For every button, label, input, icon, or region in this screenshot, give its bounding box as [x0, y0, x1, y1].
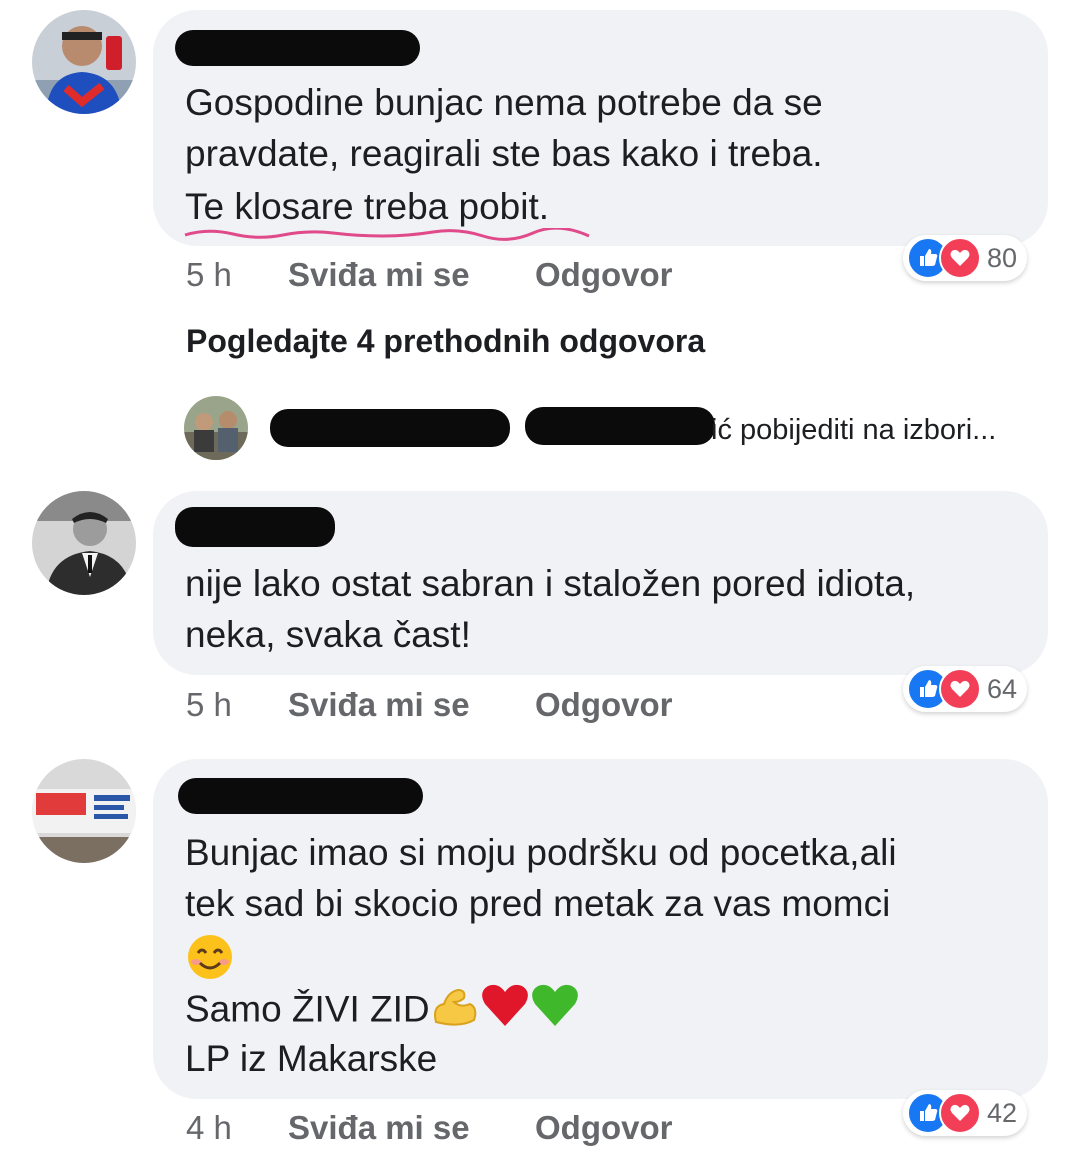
avatar[interactable]	[32, 759, 136, 863]
like-button[interactable]: Sviđa mi se	[288, 1109, 470, 1147]
spellcheck-underline	[184, 228, 590, 241]
comment-text-line: neka, svaka čast!	[185, 614, 471, 655]
red-heart-icon	[480, 982, 530, 1041]
reply-button[interactable]: Odgovor	[535, 1109, 673, 1147]
love-icon	[939, 237, 981, 279]
redacted-author-name	[175, 507, 335, 547]
reply-preview-text[interactable]: pobijediti na izbori...	[740, 414, 996, 447]
view-previous-replies-link[interactable]: Pogledajte 4 prethodnih odgovora	[186, 323, 705, 360]
reactions-summary[interactable]: 80	[903, 235, 1028, 281]
reactions-summary[interactable]: 42	[903, 1090, 1028, 1136]
redacted-author-name	[178, 778, 423, 814]
avatar[interactable]	[32, 491, 136, 595]
comment-time: 4 h	[186, 1109, 232, 1146]
comment-text-line: Te klosare treba pobit.	[185, 186, 550, 227]
green-heart-icon	[530, 982, 580, 1041]
comment-text-line: Bunjac imao si moju podršku od pocetka,a…	[185, 832, 897, 873]
like-button[interactable]: Sviđa mi se	[288, 256, 470, 294]
reactions-summary[interactable]: 64	[903, 666, 1028, 712]
comment-text-line: nije lako ostat sabran i staložen pored …	[185, 563, 916, 604]
avatar[interactable]	[32, 10, 136, 114]
redacted-author-name	[525, 407, 715, 445]
comment-text-line: tek sad bi skocio pred metak za vas momc…	[185, 883, 891, 924]
comment-text-segment: Samo ŽIVI ZID	[185, 988, 430, 1030]
comment-time: 5 h	[186, 686, 232, 723]
reply-preview-name[interactable]: ić	[711, 414, 732, 447]
like-button[interactable]: Sviđa mi se	[288, 686, 470, 724]
reaction-count: 80	[987, 242, 1018, 273]
reply-button[interactable]: Odgovor	[535, 686, 673, 724]
comment-time: 5 h	[186, 256, 232, 293]
reaction-count: 64	[987, 673, 1018, 704]
redacted-author-name	[270, 409, 510, 447]
redacted-author-name	[175, 30, 420, 66]
reaction-count: 42	[987, 1097, 1018, 1128]
love-icon	[939, 1092, 981, 1134]
smile-emoji-icon	[186, 933, 234, 981]
love-icon	[939, 668, 981, 710]
reply-button[interactable]: Odgovor	[535, 256, 673, 294]
avatar[interactable]	[184, 396, 248, 460]
comment-text-line: LP iz Makarske	[185, 1038, 438, 1079]
comment-text-line: Gospodine bunjac nema potrebe da se	[185, 82, 823, 123]
comment-text-line: pravdate, reagirali ste bas kako i treba…	[185, 133, 823, 174]
